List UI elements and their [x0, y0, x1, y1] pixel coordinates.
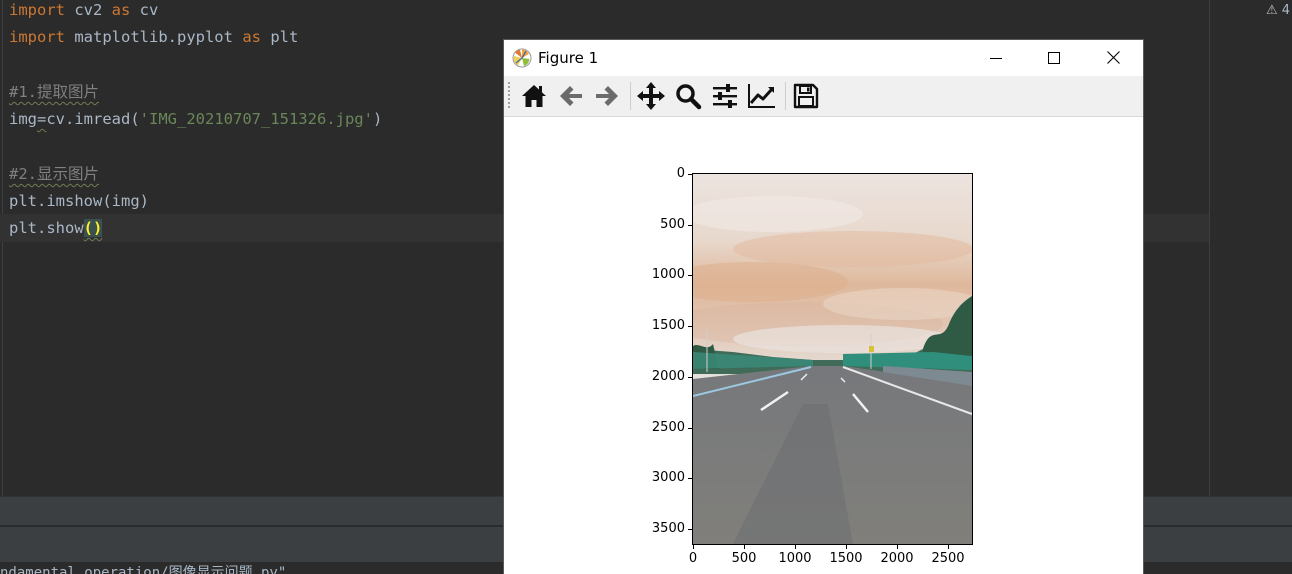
x-tick-label: 0	[688, 551, 698, 566]
close-icon	[1106, 51, 1120, 64]
warning-icon: ⚠	[1266, 3, 1278, 18]
figure-title: Figure 1	[538, 49, 599, 67]
warning-count: 4	[1281, 3, 1291, 18]
axis-spine-right	[972, 174, 973, 544]
maximize-icon	[1048, 51, 1060, 64]
x-tick-mark	[846, 545, 847, 549]
code-line-9[interactable]: plt.show()	[9, 218, 103, 238]
configure-subplots-icon	[713, 84, 737, 108]
y-tick-label: 3500	[651, 521, 685, 536]
x-tick-label: 2500	[931, 551, 965, 566]
x-tick-mark	[948, 545, 949, 549]
matched-parens: ()	[83, 219, 103, 237]
module-name: matplotlib.pyplot	[65, 28, 243, 46]
axis-spine-left	[692, 174, 693, 544]
code-line-4[interactable]: #1.提取图片	[9, 82, 99, 102]
call-imshow: plt.imshow(img)	[9, 192, 149, 210]
call-show: plt.show	[9, 219, 84, 237]
x-tick-label: 1500	[829, 551, 863, 566]
run-path-text: ndamental_operation/图像显示问题.py"	[0, 565, 287, 574]
comment-text: #1.提取图片	[9, 83, 99, 101]
figure-window[interactable]: Figure 1 0 500 1000 1500 2000 2500 3000 …	[504, 40, 1143, 574]
keyword-import: import	[9, 1, 65, 19]
code-line-5[interactable]: img=cv.imread('IMG_20210707_151326.jpg')	[9, 109, 382, 129]
variable-img: img	[9, 110, 37, 128]
y-tick-label: 2500	[651, 420, 685, 435]
y-tick-mark	[688, 326, 692, 327]
y-tick-mark	[688, 478, 692, 479]
y-tick-label: 0	[676, 166, 685, 181]
axis-spine-bottom	[692, 544, 973, 545]
code-line-8[interactable]: plt.imshow(img)	[9, 191, 149, 211]
minimize-icon	[990, 57, 1002, 59]
code-line-2[interactable]: import matplotlib.pyplot as plt	[9, 27, 298, 47]
right-margin-guide	[1209, 0, 1210, 496]
module-alias: plt	[260, 28, 299, 46]
y-tick-label: 500	[660, 217, 685, 232]
y-tick-mark	[688, 529, 692, 530]
x-tick-mark	[744, 545, 745, 549]
y-tick-mark	[688, 225, 692, 226]
save-button[interactable]	[790, 80, 822, 112]
module-name: cv2	[65, 1, 112, 19]
figure-canvas[interactable]: 0 500 1000 1500 2000 2500 3000 3500 0 500 1000 1500…	[504, 117, 1143, 574]
comment-text: #2.显示图片	[9, 165, 99, 183]
maximize-button[interactable]	[1025, 40, 1083, 75]
figure-titlebar[interactable]: Figure 1	[504, 40, 1143, 75]
home-button[interactable]	[518, 80, 550, 112]
module-alias: cv	[130, 1, 159, 19]
y-tick-label: 3000	[651, 470, 685, 485]
toolbar-grip[interactable]	[508, 82, 510, 110]
y-tick-label: 2000	[651, 369, 685, 384]
edit-axis-icon	[748, 84, 775, 108]
keyword-as: as	[242, 28, 261, 46]
y-tick-mark	[688, 377, 692, 378]
minimize-button[interactable]	[967, 40, 1025, 75]
home-icon	[522, 85, 546, 107]
zoom-icon	[676, 84, 702, 110]
x-tick-mark	[897, 545, 898, 549]
y-tick-mark	[688, 428, 692, 429]
toolbar-separator	[630, 82, 631, 110]
x-tick-label: 1000	[778, 551, 812, 566]
x-tick-mark	[795, 545, 796, 549]
code-line-1[interactable]: import cv2 as cv	[9, 0, 158, 20]
pan-button[interactable]	[635, 80, 667, 112]
axis-spine-top	[692, 173, 973, 174]
back-button[interactable]	[555, 80, 587, 112]
configure-subplots-button[interactable]	[709, 80, 741, 112]
code-line-7[interactable]: #2.显示图片	[9, 164, 99, 184]
matplotlib-app-icon	[512, 48, 532, 68]
navigation-toolbar	[504, 76, 1143, 117]
gutter-divider	[2, 0, 3, 496]
plot-image[interactable]	[693, 174, 972, 544]
close-paren: )	[372, 110, 383, 128]
x-tick-label: 500	[731, 551, 757, 566]
y-tick-label: 1500	[651, 318, 685, 333]
save-icon	[793, 83, 819, 109]
forward-arrow-icon	[596, 86, 618, 106]
keyword-as: as	[111, 1, 131, 19]
x-tick-label: 2000	[880, 551, 914, 566]
forward-button[interactable]	[591, 80, 623, 112]
call-imread: cv.imread(	[46, 110, 140, 128]
y-tick-label: 1000	[651, 267, 685, 282]
toolbar-separator	[785, 82, 786, 110]
x-tick-mark	[693, 545, 694, 549]
y-tick-mark	[688, 174, 692, 175]
y-tick-mark	[688, 275, 692, 276]
string-filename: 'IMG_20210707_151326.jpg'	[139, 110, 373, 128]
inspection-widget[interactable]: ⚠ 4	[1266, 3, 1290, 18]
assign-operator: =	[37, 110, 47, 128]
back-arrow-icon	[560, 86, 582, 106]
pan-icon	[637, 82, 665, 110]
keyword-import: import	[9, 28, 65, 46]
zoom-button[interactable]	[672, 80, 704, 112]
close-button[interactable]	[1084, 40, 1142, 75]
edit-axis-button[interactable]	[746, 80, 778, 112]
